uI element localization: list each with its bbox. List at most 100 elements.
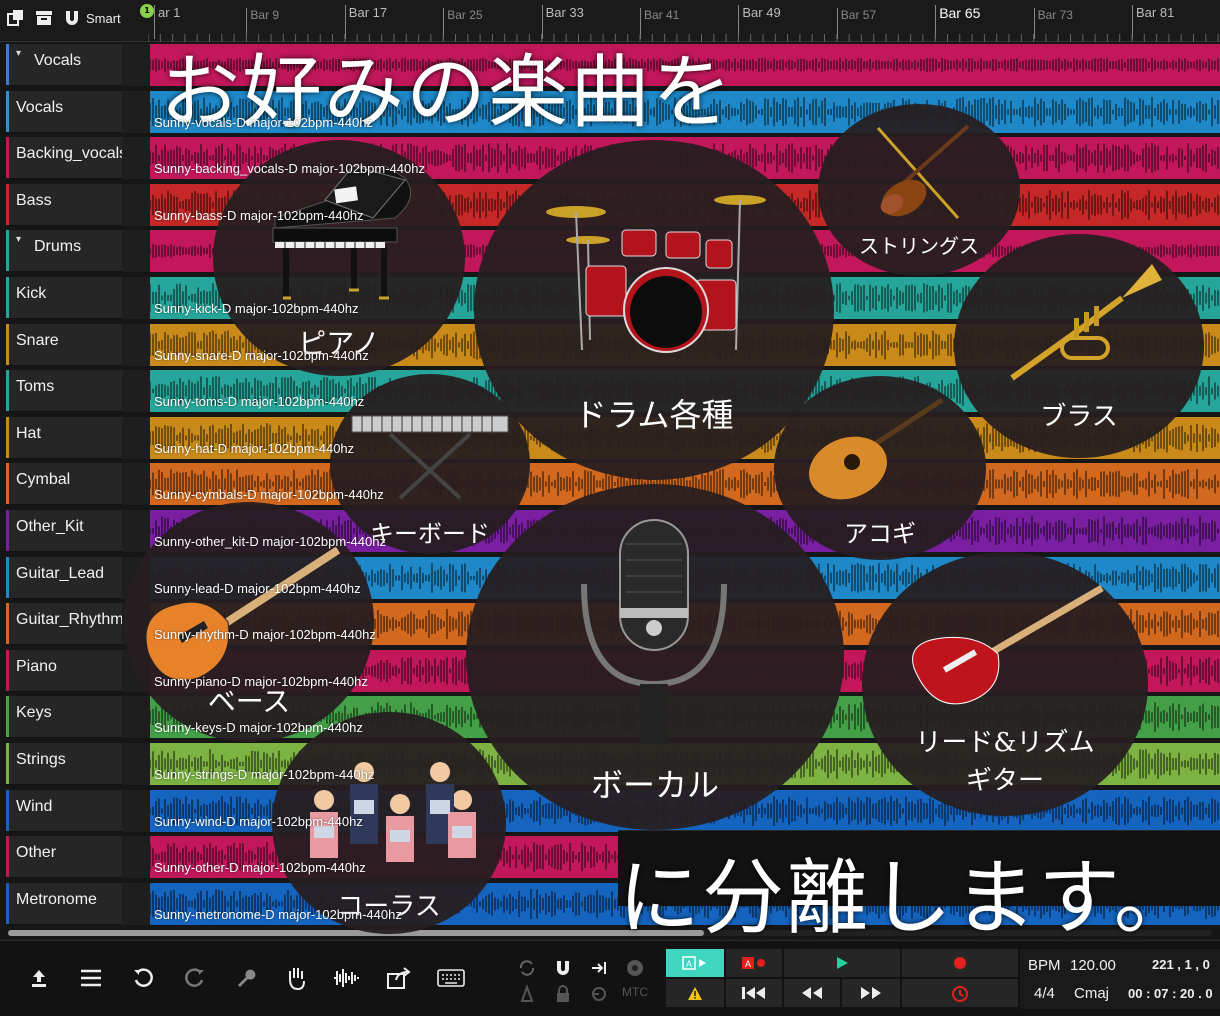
track-header[interactable]: Vocals: [6, 90, 122, 133]
track-controls[interactable]: [122, 556, 150, 599]
track-row[interactable]: Hat Sunny-hat-D major-102bpm-440hz: [0, 415, 1220, 461]
menu-icon[interactable]: [74, 963, 108, 993]
track-controls[interactable]: [122, 649, 150, 692]
track-lane[interactable]: [150, 230, 1220, 273]
wrench-icon[interactable]: [228, 963, 262, 993]
track-header[interactable]: Other_Kit: [6, 510, 122, 552]
rewind-button[interactable]: [784, 979, 840, 1007]
track-row[interactable]: ▾ Drums: [0, 228, 1220, 274]
track-header[interactable]: Strings: [6, 743, 122, 785]
track-header[interactable]: Keys: [6, 696, 122, 739]
track-row[interactable]: Cymbal Sunny-cymbals-D major-102bpm-440hz: [0, 461, 1220, 507]
metronome-dial-icon[interactable]: [624, 957, 646, 979]
hand-tool-icon[interactable]: [280, 963, 314, 993]
track-lane[interactable]: Sunny-rhythm-D major-102bpm-440hz: [150, 603, 1220, 646]
track-lane[interactable]: Sunny-toms-D major-102bpm-440hz: [150, 370, 1220, 413]
smart-snap-label[interactable]: Smart: [86, 11, 121, 26]
bar-ruler[interactable]: ar 1 Bar 9 Bar 17 Bar 25 Bar 33 Bar 41 Bar 49…: [148, 0, 1220, 42]
track-controls[interactable]: [122, 323, 150, 366]
skip-to-end-icon[interactable]: [588, 957, 610, 979]
track-row[interactable]: Other Sunny-other-D major-102bpm-440hz: [0, 834, 1220, 880]
track-header[interactable]: Bass: [6, 183, 122, 226]
track-header[interactable]: Guitar_Lead: [6, 556, 122, 599]
track-header[interactable]: ▾ Drums: [6, 230, 122, 273]
bpm-value[interactable]: 120.00: [1070, 957, 1116, 974]
track-row[interactable]: Other_Kit Sunny-other_kit-D major-102bpm-…: [0, 508, 1220, 554]
track-controls[interactable]: [122, 183, 150, 226]
track-row[interactable]: Snare Sunny-snare-D major-102bpm-440hz: [0, 322, 1220, 368]
punch-record-button[interactable]: [902, 979, 1018, 1007]
track-controls[interactable]: [122, 743, 150, 785]
window-layout-icon[interactable]: [6, 8, 26, 28]
magnet-icon[interactable]: [552, 957, 574, 979]
record-button[interactable]: [902, 949, 1018, 977]
lock-icon[interactable]: [552, 983, 574, 1005]
scrollbar-thumb[interactable]: [8, 930, 704, 936]
track-header[interactable]: Toms: [6, 370, 122, 413]
track-controls[interactable]: [122, 90, 150, 133]
track-row[interactable]: Toms Sunny-toms-D major-102bpm-440hz: [0, 368, 1220, 414]
go-to-start-button[interactable]: [726, 979, 782, 1007]
track-lane[interactable]: Sunny-other_kit-D major-102bpm-440hz: [150, 510, 1220, 552]
track-row[interactable]: Guitar_Rhythm Sunny-rhythm-D major-102bpm…: [0, 601, 1220, 647]
track-header[interactable]: Piano: [6, 649, 122, 692]
track-lane[interactable]: Sunny-wind-D major-102bpm-440hz: [150, 789, 1220, 832]
track-header[interactable]: Hat: [6, 416, 122, 459]
track-controls[interactable]: [122, 230, 150, 273]
share-icon[interactable]: [382, 963, 416, 993]
auto-record-button[interactable]: A: [726, 949, 782, 977]
position-bars[interactable]: 221 , 1 , 0: [1152, 957, 1210, 972]
track-header[interactable]: Kick: [6, 277, 122, 319]
track-lane[interactable]: Sunny-lead-D major-102bpm-440hz: [150, 556, 1220, 599]
auto-play-button[interactable]: A: [666, 949, 724, 977]
track-row[interactable]: Backing_vocals Sunny-backing_vocals-D maj…: [0, 135, 1220, 181]
track-header[interactable]: Guitar_Rhythm: [6, 603, 122, 646]
time-signature[interactable]: 4/4: [1034, 985, 1055, 1002]
track-lane[interactable]: [150, 44, 1220, 86]
track-lane[interactable]: Sunny-other-D major-102bpm-440hz: [150, 836, 1220, 879]
track-header[interactable]: Other: [6, 836, 122, 879]
track-row[interactable]: Vocals Sunny-vocals-D major-102bpm-440hz: [0, 89, 1220, 135]
track-controls[interactable]: [122, 882, 150, 925]
track-controls[interactable]: [122, 44, 150, 86]
track-row[interactable]: ▾ Vocals: [0, 42, 1220, 88]
play-button[interactable]: [784, 949, 900, 977]
track-controls[interactable]: [122, 277, 150, 319]
snap-magnet-icon[interactable]: [62, 8, 82, 28]
track-header[interactable]: Snare: [6, 323, 122, 366]
track-header[interactable]: Wind: [6, 789, 122, 832]
track-header[interactable]: Cymbal: [6, 463, 122, 506]
track-controls[interactable]: [122, 603, 150, 646]
horizontal-scrollbar[interactable]: [8, 930, 1212, 936]
track-lane[interactable]: Sunny-piano-D major-102bpm-440hz: [150, 649, 1220, 692]
loop-icon[interactable]: [516, 957, 538, 979]
waveform-icon[interactable]: [330, 963, 364, 993]
track-controls[interactable]: [122, 696, 150, 739]
sync-icon[interactable]: [588, 983, 610, 1005]
mtc-label[interactable]: MTC: [622, 985, 648, 999]
track-lane[interactable]: Sunny-cymbals-D major-102bpm-440hz: [150, 463, 1220, 506]
folder-expand-icon[interactable]: ▾: [16, 48, 21, 59]
track-controls[interactable]: [122, 463, 150, 506]
track-row[interactable]: Wind Sunny-wind-D major-102bpm-440hz: [0, 788, 1220, 834]
export-icon[interactable]: [22, 963, 56, 993]
track-lane[interactable]: Sunny-kick-D major-102bpm-440hz: [150, 277, 1220, 319]
track-controls[interactable]: [122, 137, 150, 180]
track-lane[interactable]: Sunny-hat-D major-102bpm-440hz: [150, 416, 1220, 459]
key-signature[interactable]: Cmaj: [1074, 985, 1109, 1002]
track-row[interactable]: Guitar_Lead Sunny-lead-D major-102bpm-440…: [0, 555, 1220, 601]
track-controls[interactable]: [122, 789, 150, 832]
track-controls[interactable]: [122, 416, 150, 459]
track-row[interactable]: Bass Sunny-bass-D major-102bpm-440hz: [0, 182, 1220, 228]
track-header[interactable]: Metronome: [6, 882, 122, 925]
redo-icon[interactable]: [178, 963, 212, 993]
track-row[interactable]: Metronome Sunny-metronome-D major-102bpm-…: [0, 881, 1220, 927]
track-controls[interactable]: [122, 370, 150, 413]
track-lane[interactable]: Sunny-snare-D major-102bpm-440hz: [150, 323, 1220, 366]
warning-button[interactable]: [666, 979, 724, 1007]
track-header[interactable]: Backing_vocals: [6, 137, 122, 180]
track-controls[interactable]: [122, 510, 150, 552]
tempo-icon[interactable]: [516, 983, 538, 1005]
archive-icon[interactable]: [34, 8, 54, 28]
track-row[interactable]: Kick Sunny-kick-D major-102bpm-440hz: [0, 275, 1220, 321]
